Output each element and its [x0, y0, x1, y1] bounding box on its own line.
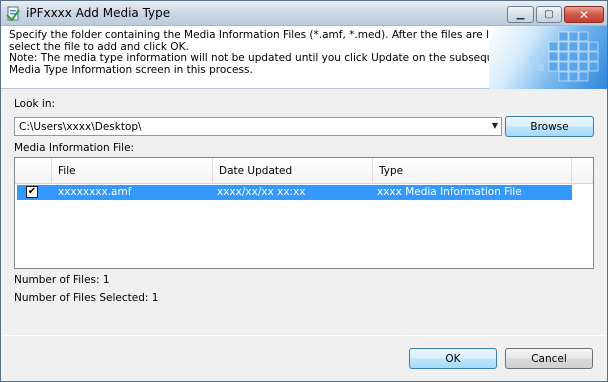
file-name-cell: xxxxxxxx.amf	[58, 186, 132, 198]
date-updated-cell: xxxx/xx/xx xx:xx	[217, 186, 306, 198]
file-checkbox[interactable]: ✔	[26, 186, 38, 198]
look-in-label: Look in:	[14, 98, 56, 110]
column-header-check[interactable]	[15, 158, 52, 184]
minimize-button[interactable]: ▁	[507, 6, 534, 23]
footer-divider	[2, 335, 606, 336]
checkmark-icon: ✔	[27, 186, 37, 197]
add-media-type-dialog: iPFxxxx Add Media Type ▁ ▢ ✕ Specify the…	[0, 0, 608, 382]
column-header-type[interactable]: Type	[373, 158, 572, 184]
media-file-list[interactable]: File Date Updated Type ✔ xxxxxxxx.amf xx…	[14, 157, 594, 269]
close-button[interactable]: ✕	[564, 6, 604, 23]
title-bar[interactable]: iPFxxxx Add Media Type ▁ ▢ ✕	[1, 1, 607, 26]
instruction-header: Specify the folder containing the Media …	[1, 26, 607, 89]
window-title: iPFxxxx Add Media Type	[26, 6, 171, 20]
chevron-down-icon[interactable]: ▼	[492, 121, 498, 130]
instruction-line: Note: The media type information will no…	[9, 52, 535, 64]
media-stack-graphic	[529, 31, 599, 82]
column-header-file[interactable]: File	[52, 158, 213, 184]
app-icon	[6, 6, 20, 22]
number-of-files-selected-text: Number of Files Selected: 1	[14, 292, 159, 304]
ok-button[interactable]: OK	[409, 348, 497, 369]
maximize-icon: ▢	[544, 9, 554, 20]
maximize-button[interactable]: ▢	[536, 6, 562, 23]
look-in-path: C:\Users\xxxx\Desktop\	[19, 121, 142, 133]
look-in-combobox[interactable]: C:\Users\xxxx\Desktop\ ▼	[14, 117, 502, 136]
number-of-files-text: Number of Files: 1	[14, 274, 110, 286]
media-information-file-label: Media Information File:	[14, 142, 135, 154]
instruction-line: Media Type Information screen in this pr…	[9, 63, 253, 76]
instruction-text: Specify the folder containing the Media …	[9, 29, 535, 76]
cancel-button[interactable]: Cancel	[505, 348, 593, 369]
close-icon: ✕	[578, 7, 590, 22]
browse-button[interactable]: Browse	[505, 116, 594, 137]
type-cell: xxxx Media Information File	[377, 186, 522, 198]
list-header: File Date Updated Type	[15, 158, 593, 184]
instruction-line: Specify the folder containing the Media …	[9, 29, 518, 41]
list-item[interactable]: ✔ xxxxxxxx.amf xxxx/xx/xx xx:xx xxxx Med…	[17, 185, 572, 200]
column-header-date-updated[interactable]: Date Updated	[213, 158, 373, 184]
minimize-icon: ▁	[516, 9, 525, 20]
header-banner-graphic	[489, 26, 607, 89]
